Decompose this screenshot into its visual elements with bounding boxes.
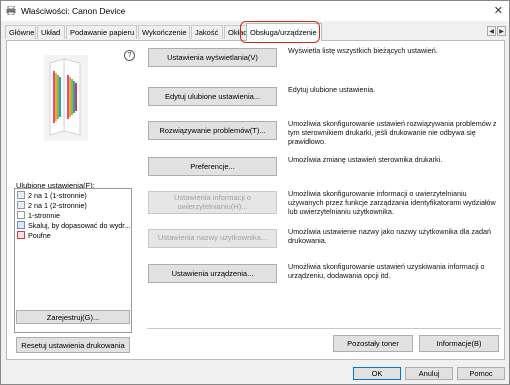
favorite-item-label: Skaluj, by dopasować do wydr... [28, 221, 131, 230]
tab-scroll-left-icon[interactable]: ◀ [487, 26, 496, 36]
doc-icon [17, 211, 25, 219]
tab-podawanie-papieru[interactable]: Podawanie papieru [66, 25, 137, 39]
help-button[interactable]: Pomoc [457, 367, 505, 380]
device-settings-desc: Umożliwia skonfigurowanie ustawień uzysk… [288, 262, 485, 280]
username-settings-button[interactable]: Ustawienia nazwy użytkownika... [148, 229, 277, 248]
close-icon[interactable]: ✕ [494, 4, 503, 17]
window-title: Właściwości: Canon Device [21, 6, 126, 16]
tab-okladki[interactable]: Okładk [224, 25, 248, 39]
list-item[interactable]: Poufne [17, 231, 51, 240]
display-settings-desc: Wyświetla listę wszystkich bieżących ust… [288, 46, 438, 55]
tab-uklad[interactable]: Układ [37, 25, 65, 39]
preferences-button[interactable]: Preferencje... [148, 157, 277, 176]
tab-jakosc[interactable]: Jakość [191, 25, 223, 39]
tab-wykonczenie[interactable]: Wykończenie [138, 25, 190, 39]
favorite-item-label: 2 na 1 (2-stronnie) [28, 201, 87, 210]
device-settings-button[interactable]: Ustawienia urządzenia... [148, 264, 277, 283]
favorite-item-label: 2 na 1 (1-stronnie) [28, 191, 87, 200]
cancel-button[interactable]: Anuluj [405, 367, 453, 380]
register-button[interactable]: Zarejestruj(G)... [16, 310, 130, 324]
printer-icon [6, 6, 16, 15]
display-settings-button[interactable]: Ustawienia wyświetlania(V) [148, 48, 277, 67]
help-icon[interactable]: ? [124, 50, 135, 61]
troubleshooting-button[interactable]: Rozwiązywanie problemów(T)... [148, 121, 277, 140]
tab-content-panel: ? Ulubione ustawienia(F): 2 na 1 (1-stro… [6, 40, 505, 360]
preferences-desc: Umożliwia zmianę ustawień sterownika dru… [288, 155, 443, 164]
tab-glowne[interactable]: Główne [5, 25, 36, 39]
fit-icon [17, 221, 25, 229]
doc-icon [17, 191, 25, 199]
doc-icon [17, 201, 25, 209]
auth-info-settings-desc: Umożliwia skonfigurowanie informacji o u… [288, 189, 496, 216]
remaining-toner-button[interactable]: Pozostały toner [333, 335, 413, 352]
favorite-item-label: Poufne [28, 231, 51, 240]
favorite-item-label: 1-stronnie [28, 211, 60, 220]
troubleshooting-desc: Umożliwia skonfigurowanie ustawień rozwi… [288, 119, 497, 146]
information-button[interactable]: Informacje(B) [419, 335, 499, 352]
auth-info-settings-button[interactable]: Ustawienia informacji o uwierzytelnianiu… [148, 191, 277, 214]
section-divider [147, 328, 501, 329]
properties-dialog: Właściwości: Canon Device ✕ Główne Układ… [0, 0, 510, 385]
tab-bar: Główne Układ Podawanie papieru Wykończen… [5, 23, 505, 41]
print-preview-image [44, 55, 88, 141]
confidential-icon [17, 231, 25, 239]
tab-scroll-right-icon[interactable]: ▶ [497, 26, 506, 36]
edit-favorites-button[interactable]: Edytuj ulubione ustawienia... [148, 87, 277, 106]
reset-print-settings-button[interactable]: Resetuj ustawienia drukowania [16, 337, 130, 353]
list-item[interactable]: Skaluj, by dopasować do wydr... [17, 221, 130, 230]
list-item[interactable]: 2 na 1 (2-stronnie) [17, 201, 87, 210]
ok-button[interactable]: OK [353, 367, 401, 380]
tab-obsluga-urzadzenie[interactable]: Obsługa/urządzenie [246, 23, 322, 41]
list-item[interactable]: 2 na 1 (1-stronnie) [17, 191, 87, 200]
list-item[interactable]: 1-stronnie [17, 211, 60, 220]
username-settings-desc: Umożliwia ustawienie nazwy jako nazwy uż… [288, 227, 491, 245]
edit-favorites-desc: Edytuj ulubione ustawienia. [288, 85, 376, 94]
title-bar: Właściwości: Canon Device ✕ [1, 1, 509, 21]
